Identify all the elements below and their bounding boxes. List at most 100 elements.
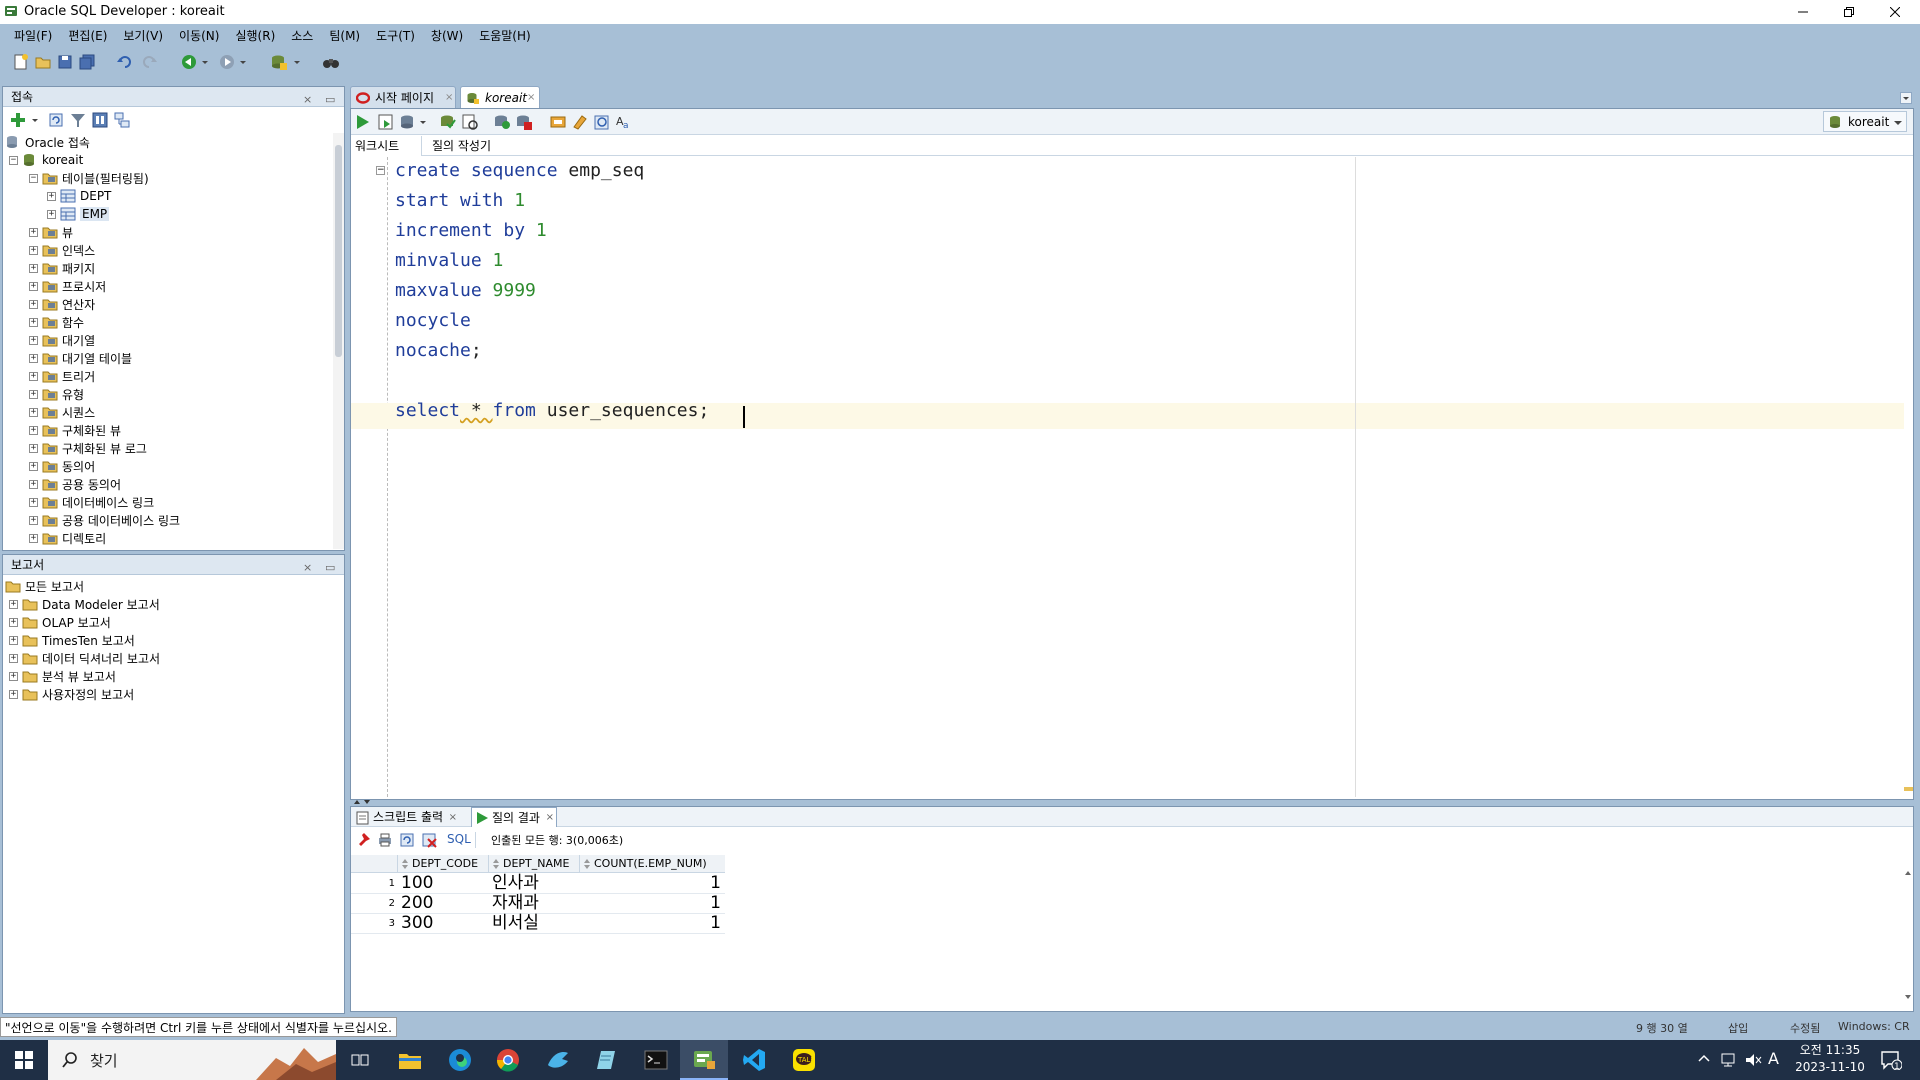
fold-icon[interactable]: −	[376, 166, 385, 175]
expand-icon[interactable]: +	[29, 443, 38, 453]
tree-row-public-synonym-folder[interactable]: + 공용 동의어	[29, 475, 121, 493]
tree-row-table[interactable]: + EMP	[47, 205, 110, 223]
menu-edit[interactable]: 편집(E)	[60, 24, 115, 48]
back-dropdown-icon[interactable]	[200, 53, 218, 71]
tree-row-view-folder[interactable]: + 뷰	[29, 223, 73, 241]
tree-row-report[interactable]: + OLAP 보고서	[9, 613, 111, 631]
tab-start-page[interactable]: 시작 페이지 ×	[350, 86, 456, 108]
table-cell[interactable]: 200	[397, 894, 487, 913]
cancel-fetch-icon[interactable]	[421, 832, 437, 848]
tab-script-output[interactable]: 스크립트 출력 ×	[353, 808, 459, 827]
menu-window[interactable]: 창(W)	[423, 24, 471, 48]
table-cell[interactable]: 100	[397, 874, 487, 893]
expand-icon[interactable]: +	[29, 335, 38, 345]
menu-source[interactable]: 소스	[283, 24, 321, 48]
add-connection-icon[interactable]	[9, 111, 27, 129]
tree-row-report[interactable]: + 사용자정의 보고서	[9, 685, 134, 703]
menu-navigate[interactable]: 이동(N)	[171, 24, 227, 48]
tree-row-trigger-folder[interactable]: + 트리거	[29, 367, 95, 385]
column-header[interactable]: DEPT_CODE	[397, 855, 487, 873]
sql-history-icon[interactable]	[593, 113, 611, 131]
expand-icon[interactable]: +	[9, 617, 18, 627]
tree-row-type-folder[interactable]: + 유형	[29, 385, 84, 403]
clear-icon[interactable]	[571, 113, 589, 131]
chrome-button[interactable]	[484, 1040, 532, 1080]
file-explorer-button[interactable]	[386, 1040, 434, 1080]
tree-row-oracle-connections[interactable]: Oracle 접속	[5, 133, 90, 151]
expand-icon[interactable]: +	[29, 515, 38, 525]
explain-plan-icon[interactable]	[461, 113, 479, 131]
sql-link[interactable]: SQL	[447, 832, 471, 846]
row-number[interactable]: 1	[381, 874, 395, 893]
menu-file[interactable]: 파일(F)	[6, 24, 60, 48]
code-editor[interactable]: − create sequence emp_seq start with 1 inc…	[351, 157, 1913, 797]
restore-button[interactable]	[1826, 0, 1872, 24]
autotrace-icon[interactable]	[399, 113, 417, 131]
tab-list-icon[interactable]	[1900, 92, 1912, 104]
format-sql-icon[interactable]: Aa	[615, 113, 633, 131]
connections-scrollbar-thumb[interactable]	[335, 145, 342, 357]
tree-row-queue-folder[interactable]: + 대기열	[29, 331, 95, 349]
tree-row-koreait[interactable]: − koreait	[9, 151, 83, 169]
expand-icon[interactable]: +	[47, 191, 56, 201]
menu-team[interactable]: 팀(M)	[321, 24, 368, 48]
print-icon[interactable]	[377, 832, 393, 848]
connection-selector[interactable]: koreait	[1823, 111, 1907, 132]
subtab-worksheet[interactable]: 워크시트	[351, 136, 423, 156]
expand-icon[interactable]: +	[29, 227, 38, 237]
new-file-icon[interactable]	[12, 53, 30, 71]
close-tab-icon[interactable]: ×	[527, 87, 535, 109]
tree-row-queue-table-folder[interactable]: + 대기열 테이블	[29, 349, 132, 367]
task-view-button[interactable]	[336, 1040, 384, 1080]
tab-koreait[interactable]: koreait ×	[460, 86, 540, 108]
subtab-query-builder[interactable]: 질의 작성기	[428, 136, 495, 156]
table-cell[interactable]: 1	[579, 874, 725, 893]
expand-icon[interactable]: +	[29, 353, 38, 363]
tree-row-table-folder[interactable]: − 테이블(필터링됨)	[29, 169, 149, 187]
edge-button[interactable]	[436, 1040, 484, 1080]
tree-row-public-db-link-folder[interactable]: + 공용 데이터베이스 링크	[29, 511, 180, 529]
expand-icon[interactable]: +	[29, 389, 38, 399]
redo-icon[interactable]	[140, 53, 158, 71]
expand-icon[interactable]: +	[9, 671, 18, 681]
table-cell[interactable]: 1	[579, 914, 725, 933]
splitter-arrows-icon[interactable]	[352, 798, 378, 806]
cancel-statement-icon[interactable]	[515, 113, 533, 131]
expand-icon[interactable]: +	[29, 479, 38, 489]
expand-icon[interactable]: +	[29, 497, 38, 507]
autotrace-dropdown-icon[interactable]	[419, 113, 427, 131]
expand-icon[interactable]: +	[29, 533, 38, 543]
expand-icon[interactable]: +	[29, 317, 38, 327]
column-header[interactable]: DEPT_NAME	[488, 855, 578, 873]
ime-indicator[interactable]: A	[1768, 1049, 1779, 1068]
table-cell[interactable]: 인사과	[488, 874, 578, 893]
tree-row-all-reports[interactable]: 모든 보고서	[5, 577, 84, 595]
tree-row-db-link-folder[interactable]: + 데이터베이스 링크	[29, 493, 154, 511]
expand-icon[interactable]: +	[29, 371, 38, 381]
tree-row-mview-folder[interactable]: + 구체화된 뷰	[29, 421, 121, 439]
vscode-button[interactable]	[730, 1040, 778, 1080]
tree-row-report[interactable]: + 분석 뷰 보고서	[9, 667, 116, 685]
close-panel-icon[interactable]: ×	[303, 558, 312, 578]
filter-icon[interactable]	[69, 111, 87, 129]
expand-icon[interactable]: +	[29, 407, 38, 417]
refresh-results-icon[interactable]	[399, 832, 415, 848]
tree-row-operator-folder[interactable]: + 연산자	[29, 295, 95, 313]
open-folder-icon[interactable]	[34, 53, 52, 71]
run-statement-icon[interactable]	[354, 113, 372, 131]
kakaotalk-button[interactable]: TALK	[780, 1040, 828, 1080]
save-icon[interactable]	[56, 53, 74, 71]
close-tab-icon[interactable]: ×	[546, 808, 554, 828]
expand-icon[interactable]: +	[9, 653, 18, 663]
collapse-icon[interactable]: −	[29, 173, 38, 183]
volume-muted-icon[interactable]	[1744, 1052, 1762, 1068]
tree-row-synonym-folder[interactable]: + 동의어	[29, 457, 95, 475]
minimize-panel-icon[interactable]: ▭	[325, 90, 335, 110]
expand-icon[interactable]: +	[29, 461, 38, 471]
expand-icon[interactable]: +	[9, 599, 18, 609]
expand-icon[interactable]: +	[29, 263, 38, 273]
taskbar-clock[interactable]: 오전 11:35 2023-11-10	[1790, 1042, 1870, 1078]
column-header[interactable]: COUNT(E.EMP_NUM)	[579, 855, 725, 873]
network-icon[interactable]	[1720, 1052, 1738, 1068]
tree-row-procedure-folder[interactable]: + 프로시저	[29, 277, 106, 295]
